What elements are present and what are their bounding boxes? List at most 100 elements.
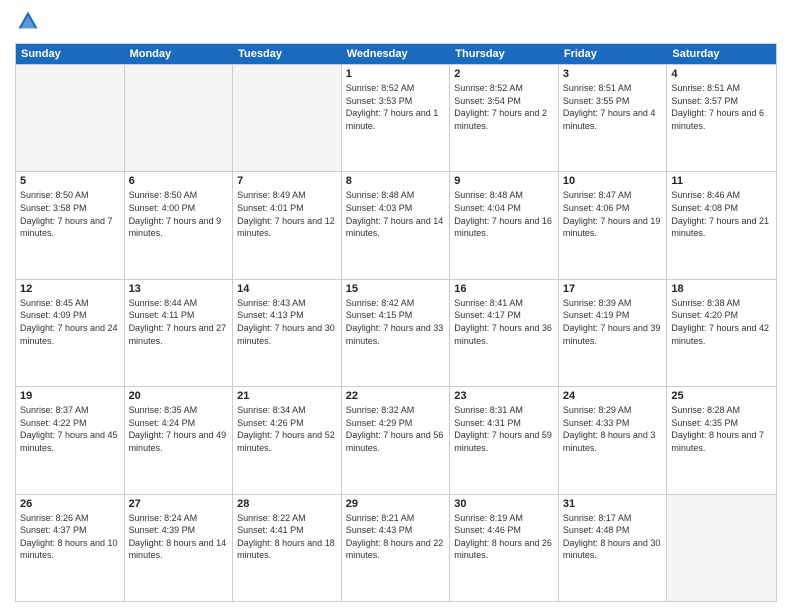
calendar-cell: 13 Sunrise: 8:44 AM Sunset: 4:11 PM Dayli…	[125, 280, 234, 386]
logo	[15, 10, 39, 37]
calendar-cell: 15 Sunrise: 8:42 AM Sunset: 4:15 PM Dayli…	[342, 280, 451, 386]
day-number: 10	[563, 175, 663, 187]
calendar-cell: 23 Sunrise: 8:31 AM Sunset: 4:31 PM Dayli…	[450, 387, 559, 493]
day-info: Sunrise: 8:17 AM Sunset: 4:48 PM Dayligh…	[563, 512, 663, 562]
header	[15, 10, 777, 37]
weekday-header: Thursday	[450, 44, 559, 64]
day-number: 16	[454, 283, 554, 295]
calendar-cell: 28Sunrise: 8:22 AM Sunset: 4:41 PM Dayli…	[233, 495, 342, 601]
day-number: 24	[563, 390, 663, 402]
day-info: Sunrise: 8:26 AM Sunset: 4:37 PM Dayligh…	[20, 512, 120, 562]
day-info: Sunrise: 8:32 AM Sunset: 4:29 PM Dayligh…	[346, 404, 446, 454]
calendar-cell: 16 Sunrise: 8:41 AM Sunset: 4:17 PM Dayli…	[450, 280, 559, 386]
day-info: Sunrise: 8:29 AM Sunset: 4:33 PM Dayligh…	[563, 404, 663, 454]
calendar-cell	[125, 65, 234, 171]
calendar-cell: 17Sunrise: 8:39 AM Sunset: 4:19 PM Dayli…	[559, 280, 668, 386]
calendar-row: 12 Sunrise: 8:45 AM Sunset: 4:09 PM Dayli…	[16, 279, 776, 386]
calendar-cell: 3Sunrise: 8:51 AM Sunset: 3:55 PM Daylig…	[559, 65, 668, 171]
day-info: Sunrise: 8:43 AM Sunset: 4:13 PM Dayligh…	[237, 297, 337, 347]
day-info: Sunrise: 8:49 AM Sunset: 4:01 PM Dayligh…	[237, 189, 337, 239]
calendar-cell: 11Sunrise: 8:46 AM Sunset: 4:08 PM Dayli…	[667, 172, 776, 278]
day-info: Sunrise: 8:31 AM Sunset: 4:31 PM Dayligh…	[454, 404, 554, 454]
weekday-header: Wednesday	[342, 44, 451, 64]
day-info: Sunrise: 8:34 AM Sunset: 4:26 PM Dayligh…	[237, 404, 337, 454]
calendar-cell: 9Sunrise: 8:48 AM Sunset: 4:04 PM Daylig…	[450, 172, 559, 278]
day-number: 18	[671, 283, 772, 295]
day-number: 6	[129, 175, 229, 187]
calendar-cell: 7 Sunrise: 8:49 AM Sunset: 4:01 PM Daylig…	[233, 172, 342, 278]
day-info: Sunrise: 8:52 AM Sunset: 3:53 PM Dayligh…	[346, 82, 446, 132]
day-number: 2	[454, 68, 554, 80]
calendar-cell: 27 Sunrise: 8:24 AM Sunset: 4:39 PM Dayli…	[125, 495, 234, 601]
day-number: 12	[20, 283, 120, 295]
calendar-cell: 24 Sunrise: 8:29 AM Sunset: 4:33 PM Dayli…	[559, 387, 668, 493]
calendar-row: 19Sunrise: 8:37 AM Sunset: 4:22 PM Dayli…	[16, 386, 776, 493]
calendar-cell: 26 Sunrise: 8:26 AM Sunset: 4:37 PM Dayli…	[16, 495, 125, 601]
day-number: 25	[671, 390, 772, 402]
calendar-cell: 31 Sunrise: 8:17 AM Sunset: 4:48 PM Dayli…	[559, 495, 668, 601]
day-info: Sunrise: 8:50 AM Sunset: 3:58 PM Dayligh…	[20, 189, 120, 239]
calendar-cell	[16, 65, 125, 171]
calendar-body: 1 Sunrise: 8:52 AM Sunset: 3:53 PM Daylig…	[16, 64, 776, 601]
day-info: Sunrise: 8:44 AM Sunset: 4:11 PM Dayligh…	[129, 297, 229, 347]
calendar-cell: 19Sunrise: 8:37 AM Sunset: 4:22 PM Dayli…	[16, 387, 125, 493]
calendar-cell: 4 Sunrise: 8:51 AM Sunset: 3:57 PM Daylig…	[667, 65, 776, 171]
logo-icon	[17, 10, 39, 32]
calendar-cell: 21 Sunrise: 8:34 AM Sunset: 4:26 PM Dayli…	[233, 387, 342, 493]
day-number: 13	[129, 283, 229, 295]
day-number: 21	[237, 390, 337, 402]
day-number: 17	[563, 283, 663, 295]
weekday-header: Friday	[559, 44, 668, 64]
calendar-row: 1 Sunrise: 8:52 AM Sunset: 3:53 PM Daylig…	[16, 64, 776, 171]
calendar-cell	[667, 495, 776, 601]
day-number: 27	[129, 498, 229, 510]
day-number: 29	[346, 498, 446, 510]
day-info: Sunrise: 8:51 AM Sunset: 3:57 PM Dayligh…	[671, 82, 772, 132]
day-number: 31	[563, 498, 663, 510]
calendar-cell: 2Sunrise: 8:52 AM Sunset: 3:54 PM Daylig…	[450, 65, 559, 171]
day-number: 23	[454, 390, 554, 402]
day-number: 5	[20, 175, 120, 187]
day-info: Sunrise: 8:22 AM Sunset: 4:41 PM Dayligh…	[237, 512, 337, 562]
day-info: Sunrise: 8:35 AM Sunset: 4:24 PM Dayligh…	[129, 404, 229, 454]
day-number: 14	[237, 283, 337, 295]
day-info: Sunrise: 8:24 AM Sunset: 4:39 PM Dayligh…	[129, 512, 229, 562]
day-number: 22	[346, 390, 446, 402]
calendar-header: SundayMondayTuesdayWednesdayThursdayFrid…	[16, 44, 776, 64]
calendar-cell: 22 Sunrise: 8:32 AM Sunset: 4:29 PM Dayli…	[342, 387, 451, 493]
day-info: Sunrise: 8:47 AM Sunset: 4:06 PM Dayligh…	[563, 189, 663, 239]
day-info: Sunrise: 8:38 AM Sunset: 4:20 PM Dayligh…	[671, 297, 772, 347]
calendar-cell	[233, 65, 342, 171]
calendar-cell: 10 Sunrise: 8:47 AM Sunset: 4:06 PM Dayli…	[559, 172, 668, 278]
day-number: 1	[346, 68, 446, 80]
calendar-row: 5 Sunrise: 8:50 AM Sunset: 3:58 PM Daylig…	[16, 171, 776, 278]
calendar-cell: 14 Sunrise: 8:43 AM Sunset: 4:13 PM Dayli…	[233, 280, 342, 386]
calendar-cell: 6Sunrise: 8:50 AM Sunset: 4:00 PM Daylig…	[125, 172, 234, 278]
day-info: Sunrise: 8:41 AM Sunset: 4:17 PM Dayligh…	[454, 297, 554, 347]
calendar-cell: 8 Sunrise: 8:48 AM Sunset: 4:03 PM Daylig…	[342, 172, 451, 278]
day-number: 8	[346, 175, 446, 187]
day-info: Sunrise: 8:37 AM Sunset: 4:22 PM Dayligh…	[20, 404, 120, 454]
day-number: 30	[454, 498, 554, 510]
calendar: SundayMondayTuesdayWednesdayThursdayFrid…	[15, 43, 777, 602]
day-info: Sunrise: 8:48 AM Sunset: 4:03 PM Dayligh…	[346, 189, 446, 239]
day-info: Sunrise: 8:48 AM Sunset: 4:04 PM Dayligh…	[454, 189, 554, 239]
calendar-cell: 12 Sunrise: 8:45 AM Sunset: 4:09 PM Dayli…	[16, 280, 125, 386]
calendar-cell: 18 Sunrise: 8:38 AM Sunset: 4:20 PM Dayli…	[667, 280, 776, 386]
day-info: Sunrise: 8:42 AM Sunset: 4:15 PM Dayligh…	[346, 297, 446, 347]
day-info: Sunrise: 8:21 AM Sunset: 4:43 PM Dayligh…	[346, 512, 446, 562]
calendar-cell: 20Sunrise: 8:35 AM Sunset: 4:24 PM Dayli…	[125, 387, 234, 493]
day-number: 4	[671, 68, 772, 80]
day-info: Sunrise: 8:45 AM Sunset: 4:09 PM Dayligh…	[20, 297, 120, 347]
day-info: Sunrise: 8:28 AM Sunset: 4:35 PM Dayligh…	[671, 404, 772, 454]
calendar-cell: 25 Sunrise: 8:28 AM Sunset: 4:35 PM Dayli…	[667, 387, 776, 493]
calendar-row: 26 Sunrise: 8:26 AM Sunset: 4:37 PM Dayli…	[16, 494, 776, 601]
day-number: 15	[346, 283, 446, 295]
day-number: 26	[20, 498, 120, 510]
calendar-cell: 1 Sunrise: 8:52 AM Sunset: 3:53 PM Daylig…	[342, 65, 451, 171]
weekday-header: Monday	[125, 44, 234, 64]
day-info: Sunrise: 8:19 AM Sunset: 4:46 PM Dayligh…	[454, 512, 554, 562]
day-number: 7	[237, 175, 337, 187]
day-number: 11	[671, 175, 772, 187]
calendar-cell: 29 Sunrise: 8:21 AM Sunset: 4:43 PM Dayli…	[342, 495, 451, 601]
